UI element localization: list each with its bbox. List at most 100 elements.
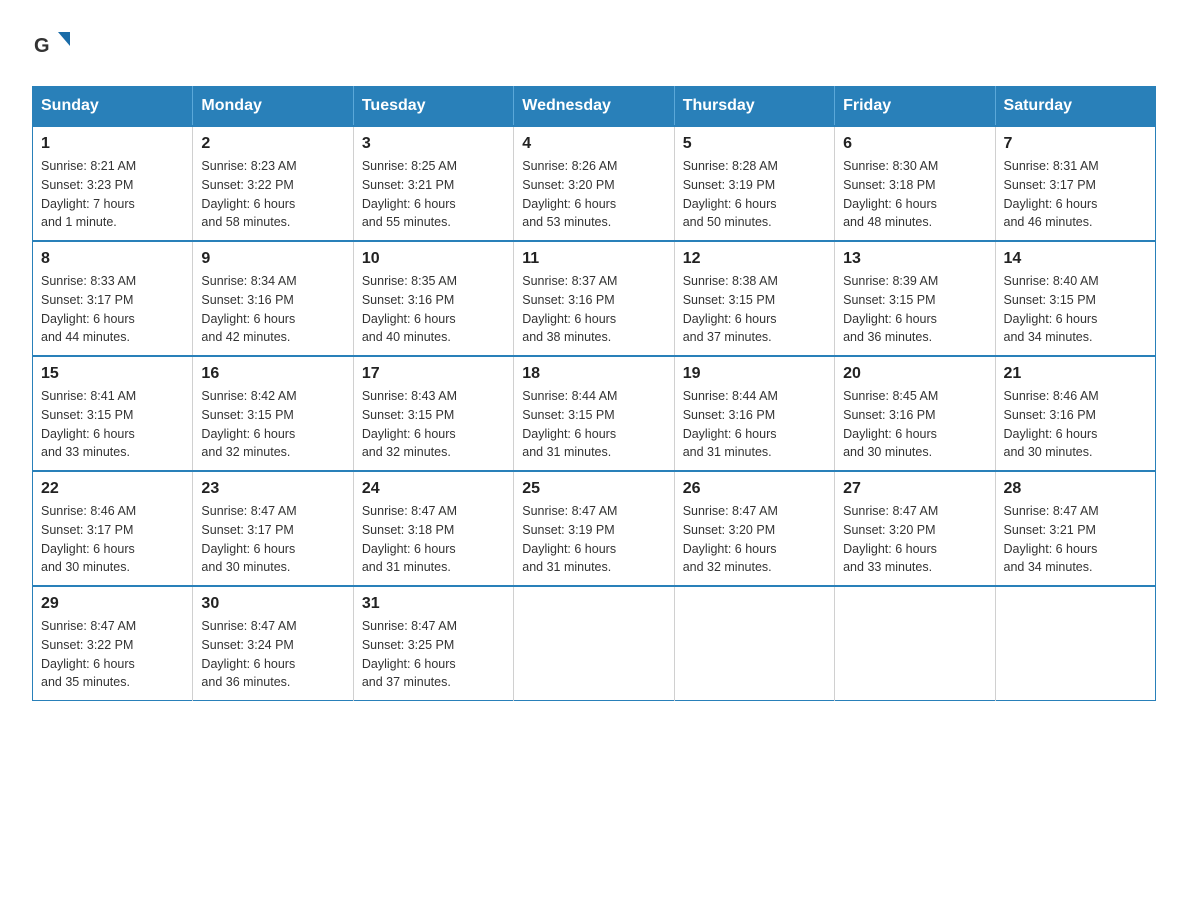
day-number: 18: [522, 365, 665, 383]
day-info: Sunrise: 8:21 AMSunset: 3:23 PMDaylight:…: [41, 157, 184, 232]
day-number: 29: [41, 595, 184, 613]
calendar-cell: 22 Sunrise: 8:46 AMSunset: 3:17 PMDayligh…: [33, 471, 193, 586]
calendar-cell: 3 Sunrise: 8:25 AMSunset: 3:21 PMDaylight…: [353, 126, 513, 241]
calendar-cell: [995, 586, 1155, 701]
page-header: G: [32, 24, 1156, 68]
day-info: Sunrise: 8:43 AMSunset: 3:15 PMDaylight:…: [362, 387, 505, 462]
calendar-cell: 11Sunrise: 8:37 AMSunset: 3:16 PMDayligh…: [514, 241, 674, 356]
calendar-header-sunday: Sunday: [33, 87, 193, 127]
day-info: Sunrise: 8:38 AMSunset: 3:15 PMDaylight:…: [683, 272, 826, 347]
day-number: 19: [683, 365, 826, 383]
calendar-week-3: 15Sunrise: 8:41 AMSunset: 3:15 PMDayligh…: [33, 356, 1156, 471]
calendar-cell: 5 Sunrise: 8:28 AMSunset: 3:19 PMDaylight…: [674, 126, 834, 241]
calendar-header-saturday: Saturday: [995, 87, 1155, 127]
day-number: 8: [41, 250, 184, 268]
day-number: 16: [201, 365, 344, 383]
day-info: Sunrise: 8:44 AMSunset: 3:15 PMDaylight:…: [522, 387, 665, 462]
day-number: 17: [362, 365, 505, 383]
day-number: 22: [41, 480, 184, 498]
calendar-header-tuesday: Tuesday: [353, 87, 513, 127]
day-info: Sunrise: 8:47 AMSunset: 3:21 PMDaylight:…: [1004, 502, 1147, 577]
calendar-cell: 21Sunrise: 8:46 AMSunset: 3:16 PMDayligh…: [995, 356, 1155, 471]
calendar-cell: 14 Sunrise: 8:40 AMSunset: 3:15 PMDayligh…: [995, 241, 1155, 356]
day-info: Sunrise: 8:31 AMSunset: 3:17 PMDaylight:…: [1004, 157, 1147, 232]
calendar-week-1: 1 Sunrise: 8:21 AMSunset: 3:23 PMDaylight…: [33, 126, 1156, 241]
day-number: 25: [522, 480, 665, 498]
day-number: 4: [522, 135, 665, 153]
day-info: Sunrise: 8:33 AMSunset: 3:17 PMDaylight:…: [41, 272, 184, 347]
day-info: Sunrise: 8:30 AMSunset: 3:18 PMDaylight:…: [843, 157, 986, 232]
day-info: Sunrise: 8:40 AMSunset: 3:15 PMDaylight:…: [1004, 272, 1147, 347]
day-number: 30: [201, 595, 344, 613]
calendar-cell: 28 Sunrise: 8:47 AMSunset: 3:21 PMDayligh…: [995, 471, 1155, 586]
day-info: Sunrise: 8:46 AMSunset: 3:17 PMDaylight:…: [41, 502, 184, 577]
calendar-cell: 1 Sunrise: 8:21 AMSunset: 3:23 PMDaylight…: [33, 126, 193, 241]
calendar-cell: 10 Sunrise: 8:35 AMSunset: 3:16 PMDayligh…: [353, 241, 513, 356]
day-info: Sunrise: 8:34 AMSunset: 3:16 PMDaylight:…: [201, 272, 344, 347]
day-info: Sunrise: 8:47 AMSunset: 3:18 PMDaylight:…: [362, 502, 505, 577]
calendar-cell: 29 Sunrise: 8:47 AMSunset: 3:22 PMDayligh…: [33, 586, 193, 701]
calendar-week-5: 29 Sunrise: 8:47 AMSunset: 3:22 PMDayligh…: [33, 586, 1156, 701]
day-info: Sunrise: 8:25 AMSunset: 3:21 PMDaylight:…: [362, 157, 505, 232]
day-info: Sunrise: 8:44 AMSunset: 3:16 PMDaylight:…: [683, 387, 826, 462]
calendar-cell: [674, 586, 834, 701]
day-number: 24: [362, 480, 505, 498]
calendar-cell: 26Sunrise: 8:47 AMSunset: 3:20 PMDayligh…: [674, 471, 834, 586]
day-info: Sunrise: 8:28 AMSunset: 3:19 PMDaylight:…: [683, 157, 826, 232]
day-number: 7: [1004, 135, 1147, 153]
calendar-cell: 6 Sunrise: 8:30 AMSunset: 3:18 PMDaylight…: [835, 126, 995, 241]
day-number: 13: [843, 250, 986, 268]
day-number: 3: [362, 135, 505, 153]
day-info: Sunrise: 8:42 AMSunset: 3:15 PMDaylight:…: [201, 387, 344, 462]
day-info: Sunrise: 8:46 AMSunset: 3:16 PMDaylight:…: [1004, 387, 1147, 462]
day-info: Sunrise: 8:47 AMSunset: 3:20 PMDaylight:…: [843, 502, 986, 577]
day-number: 2: [201, 135, 344, 153]
calendar-cell: 24 Sunrise: 8:47 AMSunset: 3:18 PMDayligh…: [353, 471, 513, 586]
day-number: 5: [683, 135, 826, 153]
calendar-header-wednesday: Wednesday: [514, 87, 674, 127]
calendar-cell: [514, 586, 674, 701]
day-number: 23: [201, 480, 344, 498]
day-number: 6: [843, 135, 986, 153]
calendar-cell: 7 Sunrise: 8:31 AMSunset: 3:17 PMDaylight…: [995, 126, 1155, 241]
day-info: Sunrise: 8:47 AMSunset: 3:19 PMDaylight:…: [522, 502, 665, 577]
day-number: 10: [362, 250, 505, 268]
day-info: Sunrise: 8:45 AMSunset: 3:16 PMDaylight:…: [843, 387, 986, 462]
day-info: Sunrise: 8:37 AMSunset: 3:16 PMDaylight:…: [522, 272, 665, 347]
svg-text:G: G: [34, 35, 50, 57]
day-number: 14: [1004, 250, 1147, 268]
calendar-cell: 13 Sunrise: 8:39 AMSunset: 3:15 PMDayligh…: [835, 241, 995, 356]
day-number: 28: [1004, 480, 1147, 498]
calendar-cell: 23 Sunrise: 8:47 AMSunset: 3:17 PMDayligh…: [193, 471, 353, 586]
day-info: Sunrise: 8:35 AMSunset: 3:16 PMDaylight:…: [362, 272, 505, 347]
calendar-header-friday: Friday: [835, 87, 995, 127]
calendar-cell: 4 Sunrise: 8:26 AMSunset: 3:20 PMDaylight…: [514, 126, 674, 241]
calendar-cell: 12 Sunrise: 8:38 AMSunset: 3:15 PMDayligh…: [674, 241, 834, 356]
calendar-header-row: SundayMondayTuesdayWednesdayThursdayFrid…: [33, 87, 1156, 127]
calendar-cell: [835, 586, 995, 701]
day-number: 20: [843, 365, 986, 383]
day-info: Sunrise: 8:47 AMSunset: 3:22 PMDaylight:…: [41, 617, 184, 692]
calendar-cell: 31Sunrise: 8:47 AMSunset: 3:25 PMDayligh…: [353, 586, 513, 701]
calendar-week-2: 8 Sunrise: 8:33 AMSunset: 3:17 PMDaylight…: [33, 241, 1156, 356]
calendar-cell: 17 Sunrise: 8:43 AMSunset: 3:15 PMDayligh…: [353, 356, 513, 471]
day-info: Sunrise: 8:23 AMSunset: 3:22 PMDaylight:…: [201, 157, 344, 232]
day-info: Sunrise: 8:26 AMSunset: 3:20 PMDaylight:…: [522, 157, 665, 232]
day-number: 12: [683, 250, 826, 268]
calendar-cell: 8 Sunrise: 8:33 AMSunset: 3:17 PMDaylight…: [33, 241, 193, 356]
calendar-cell: 16 Sunrise: 8:42 AMSunset: 3:15 PMDayligh…: [193, 356, 353, 471]
calendar-week-4: 22 Sunrise: 8:46 AMSunset: 3:17 PMDayligh…: [33, 471, 1156, 586]
calendar-cell: 20 Sunrise: 8:45 AMSunset: 3:16 PMDayligh…: [835, 356, 995, 471]
day-number: 1: [41, 135, 184, 153]
calendar-header-monday: Monday: [193, 87, 353, 127]
calendar-cell: 9 Sunrise: 8:34 AMSunset: 3:16 PMDaylight…: [193, 241, 353, 356]
day-number: 9: [201, 250, 344, 268]
day-info: Sunrise: 8:47 AMSunset: 3:17 PMDaylight:…: [201, 502, 344, 577]
calendar-cell: 25 Sunrise: 8:47 AMSunset: 3:19 PMDayligh…: [514, 471, 674, 586]
calendar-cell: 27Sunrise: 8:47 AMSunset: 3:20 PMDayligh…: [835, 471, 995, 586]
day-info: Sunrise: 8:47 AMSunset: 3:20 PMDaylight:…: [683, 502, 826, 577]
logo: G: [32, 24, 80, 68]
calendar-cell: 15Sunrise: 8:41 AMSunset: 3:15 PMDayligh…: [33, 356, 193, 471]
day-info: Sunrise: 8:39 AMSunset: 3:15 PMDaylight:…: [843, 272, 986, 347]
calendar-header-thursday: Thursday: [674, 87, 834, 127]
